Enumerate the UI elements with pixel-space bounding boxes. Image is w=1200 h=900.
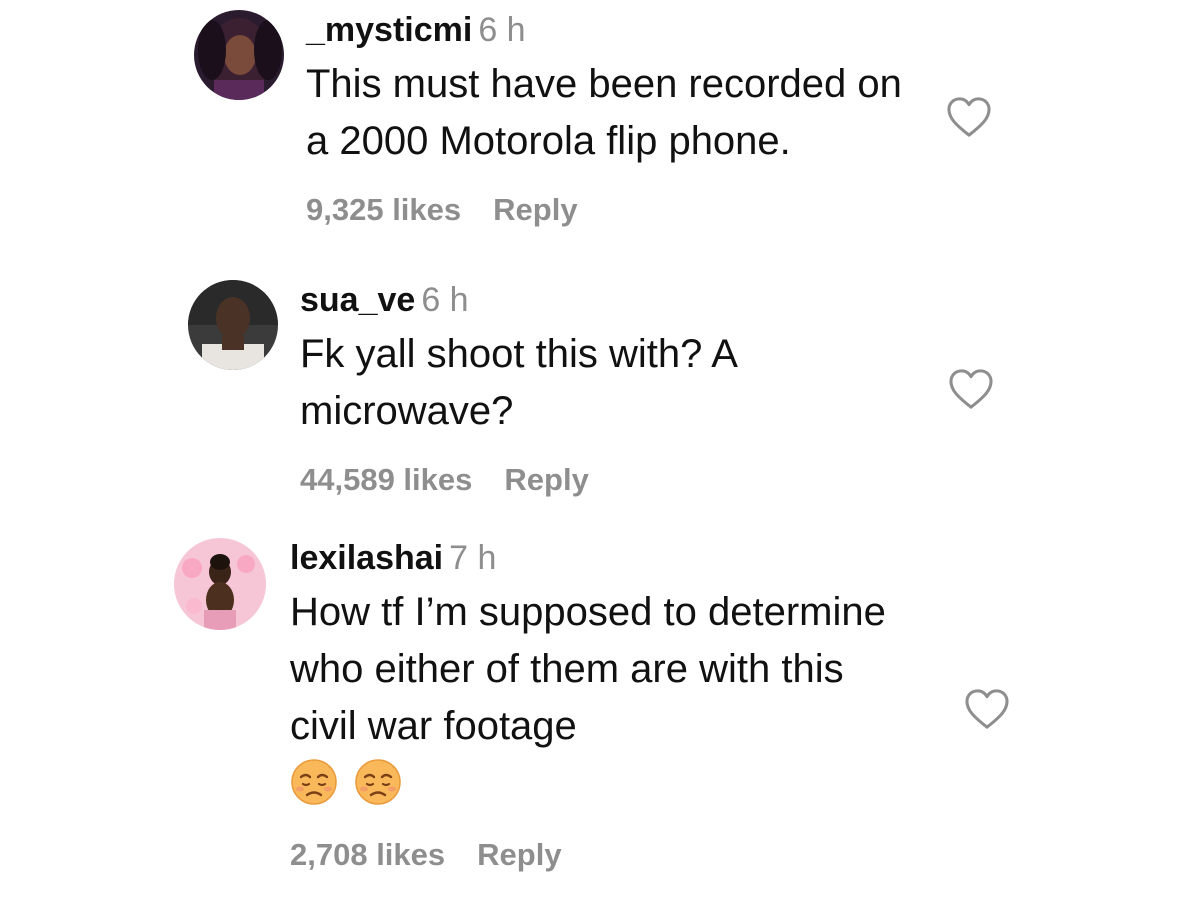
avatar-photo	[194, 10, 284, 100]
comment-body: lexilashai 7 h How tf I’m supposed to det…	[290, 538, 920, 873]
timestamp[interactable]: 7 h	[449, 539, 496, 577]
username[interactable]: lexilashai	[290, 539, 443, 577]
emoji-pensive-face	[290, 758, 338, 806]
comment-actions: 2,708 likes Reply	[290, 837, 920, 873]
timestamp[interactable]: 6 h	[421, 281, 468, 319]
comment-header: sua_ve 6 h	[300, 280, 840, 320]
username[interactable]: _mysticmi	[306, 11, 472, 49]
avatar[interactable]	[194, 10, 284, 100]
like-count[interactable]: 9,325 likes	[306, 192, 461, 227]
avatar[interactable]	[188, 280, 278, 370]
heart-outline-icon[interactable]	[946, 96, 992, 138]
like-count[interactable]: 44,589 likes	[300, 462, 472, 497]
comment-body: _mysticmi 6 h This must have been recorde…	[306, 10, 926, 228]
reply-button[interactable]: Reply	[477, 837, 561, 872]
avatar[interactable]	[174, 538, 266, 630]
comment-body: sua_ve 6 h Fk yall shoot this with? A mic…	[300, 280, 840, 498]
reply-button[interactable]: Reply	[504, 462, 588, 497]
comment-actions: 9,325 likes Reply	[306, 192, 926, 228]
reply-button[interactable]: Reply	[493, 192, 577, 227]
comment-actions: 44,589 likes Reply	[300, 462, 840, 498]
comment-header: lexilashai 7 h	[290, 538, 920, 578]
heart-outline-icon[interactable]	[964, 688, 1010, 730]
comment-header: _mysticmi 6 h	[306, 10, 926, 50]
avatar-photo	[174, 538, 266, 630]
comment-text: This must have been recorded on a 2000 M…	[306, 62, 902, 163]
comment-text: How tf I’m supposed to determine who eit…	[290, 590, 886, 748]
avatar-photo	[188, 280, 278, 370]
username[interactable]: sua_ve	[300, 281, 415, 319]
emoji-group	[290, 757, 920, 807]
like-count[interactable]: 2,708 likes	[290, 837, 445, 872]
pensive-face-icon	[291, 759, 337, 805]
comment-text: Fk yall shoot this with? A microwave?	[300, 332, 736, 433]
pensive-face-icon	[355, 759, 401, 805]
timestamp[interactable]: 6 h	[478, 11, 525, 49]
heart-outline-icon[interactable]	[948, 368, 994, 410]
emoji-pensive-face	[354, 758, 402, 806]
